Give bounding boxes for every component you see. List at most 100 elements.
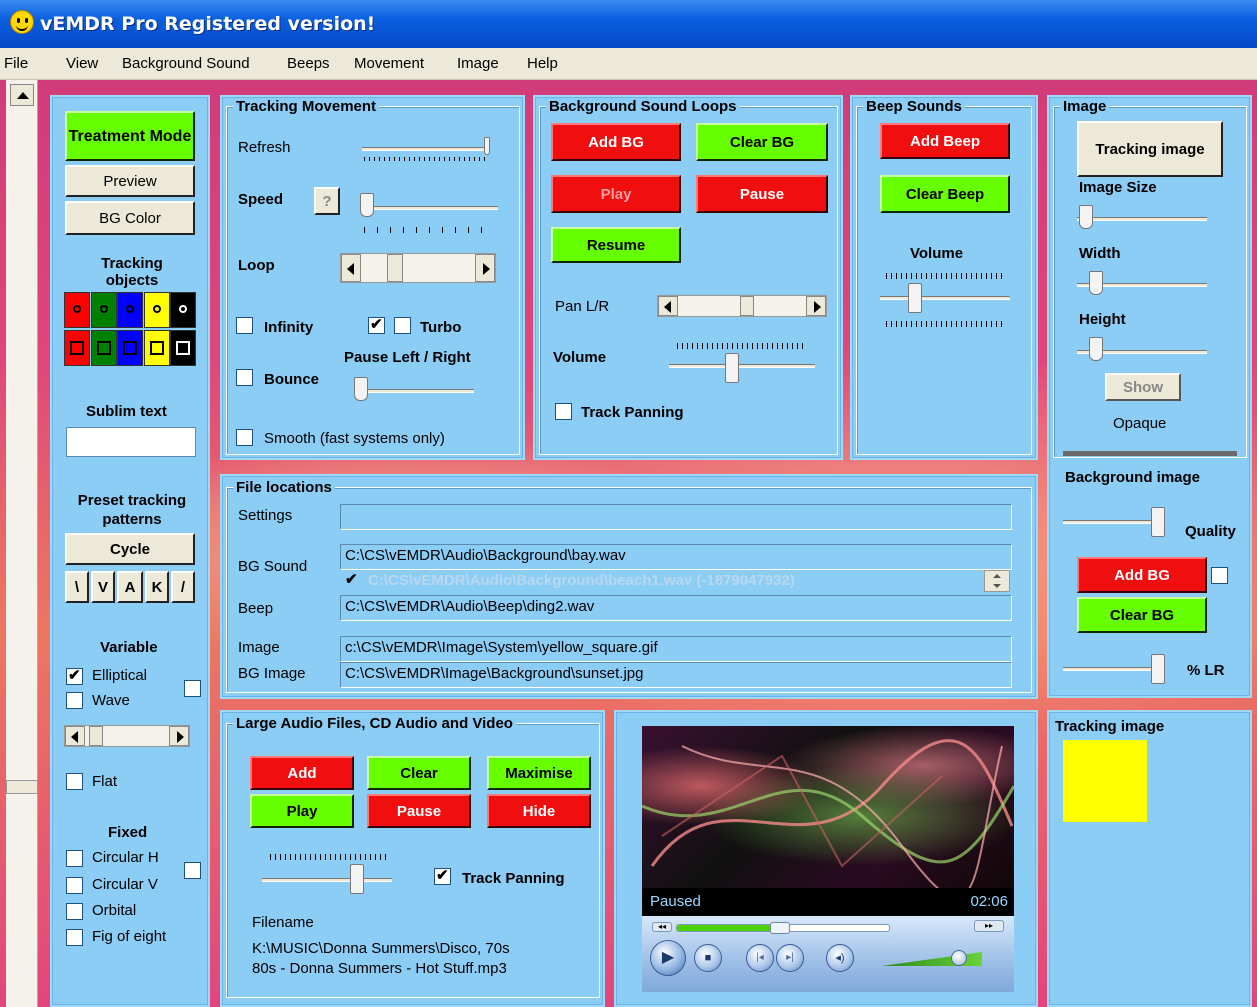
image-path-field[interactable]: c:\CS\vEMDR\Image\System\yellow_square.g… xyxy=(340,636,1012,662)
circle-object-4[interactable] xyxy=(143,292,170,328)
square-object-5[interactable] xyxy=(170,330,196,366)
scroll-up-icon[interactable] xyxy=(10,84,34,106)
next-icon[interactable]: ▸| xyxy=(776,944,804,972)
vertical-scrollbar[interactable] xyxy=(6,80,38,1007)
hide-button[interactable]: Hide xyxy=(487,794,591,828)
orbital-checkbox[interactable] xyxy=(66,903,83,920)
large-volume-knob[interactable] xyxy=(350,864,364,894)
bounce-checkbox[interactable] xyxy=(236,369,253,386)
add-bg-button[interactable]: Add BG xyxy=(551,123,681,161)
speed-slider-knob[interactable] xyxy=(360,193,374,217)
speed-help-button[interactable]: ? xyxy=(314,187,340,215)
forward-small-icon[interactable]: ▸▸ xyxy=(974,920,1004,932)
smooth-checkbox[interactable] xyxy=(236,429,253,446)
pattern-a-button[interactable]: A xyxy=(117,571,143,603)
bg-sound-list-checkbox[interactable] xyxy=(344,570,359,588)
image-size-knob[interactable] xyxy=(1079,205,1093,229)
loop-left-icon[interactable] xyxy=(341,254,361,282)
flat-checkbox[interactable] xyxy=(66,773,83,790)
tracking-objects-grid[interactable] xyxy=(64,292,198,368)
circle-object-5[interactable] xyxy=(170,292,196,328)
mute-icon[interactable]: ◂) xyxy=(826,944,854,972)
seek-knob[interactable] xyxy=(770,922,791,934)
loop-right-icon[interactable] xyxy=(475,254,495,282)
width-knob[interactable] xyxy=(1089,271,1103,295)
player-volume-bar[interactable] xyxy=(882,952,982,966)
pattern-slash-button[interactable]: / xyxy=(171,571,195,603)
menu-beeps[interactable]: Beeps xyxy=(287,55,330,72)
bg-track-panning-checkbox[interactable] xyxy=(555,403,572,420)
scroll-left-icon[interactable] xyxy=(65,726,85,746)
clear-bg-button[interactable]: Clear BG xyxy=(696,123,828,161)
fig-of-eight-checkbox[interactable] xyxy=(66,929,83,946)
bg-color-button[interactable]: BG Color xyxy=(65,201,195,235)
variable-extra-checkbox[interactable] xyxy=(184,680,201,697)
bg-volume-knob[interactable] xyxy=(725,353,739,383)
tracking-image-button[interactable]: Tracking image xyxy=(1077,121,1223,177)
infinity-checkbox[interactable] xyxy=(236,317,253,334)
large-pause-button[interactable]: Pause xyxy=(367,794,471,828)
circle-object-2[interactable] xyxy=(90,292,117,328)
bg-sound-spinner[interactable] xyxy=(984,570,1010,592)
menu-movement[interactable]: Movement xyxy=(354,55,424,72)
loop-scrollbar[interactable] xyxy=(340,253,496,283)
pan-right-icon[interactable] xyxy=(806,296,826,316)
square-object-3[interactable] xyxy=(117,330,143,366)
clear-beep-button[interactable]: Clear Beep xyxy=(880,175,1010,213)
seek-bar[interactable] xyxy=(676,922,890,934)
menu-background-sound[interactable]: Background Sound xyxy=(122,55,250,72)
wave-checkbox[interactable] xyxy=(66,692,83,709)
bg-image-path-field[interactable]: C:\CS\vEMDR\Image\Background\sunset.jpg xyxy=(340,662,1012,688)
refresh-slider-knob[interactable] xyxy=(484,137,490,155)
pause-slider-track[interactable] xyxy=(354,389,474,393)
maximise-button[interactable]: Maximise xyxy=(487,756,591,790)
beep-volume-track[interactable] xyxy=(880,296,1010,300)
square-object-4[interactable] xyxy=(143,330,170,366)
height-knob[interactable] xyxy=(1089,337,1103,361)
add-bg-image-button[interactable]: Add BG xyxy=(1077,557,1207,593)
menu-help[interactable]: Help xyxy=(527,55,558,72)
elliptical-checkbox[interactable] xyxy=(66,666,83,685)
large-play-button[interactable]: Play xyxy=(250,794,354,828)
beep-volume-knob[interactable] xyxy=(908,283,922,313)
scroll-thumb[interactable] xyxy=(6,780,38,794)
loop-scroll-thumb[interactable] xyxy=(387,254,403,282)
circle-object-1[interactable] xyxy=(64,292,90,328)
square-object-2[interactable] xyxy=(90,330,117,366)
variable-scroll-thumb[interactable] xyxy=(89,726,103,746)
pattern-v-button[interactable]: V xyxy=(91,571,115,603)
turbo-checkbox[interactable] xyxy=(394,317,411,334)
large-clear-button[interactable]: Clear xyxy=(367,756,471,790)
treatment-mode-button[interactable]: Treatment Mode xyxy=(65,111,195,161)
show-button[interactable]: Show xyxy=(1105,373,1181,401)
cycle-button[interactable]: Cycle xyxy=(65,533,195,565)
square-object-1[interactable] xyxy=(64,330,90,366)
preview-button[interactable]: Preview xyxy=(65,165,195,197)
previous-icon[interactable]: |◂ xyxy=(746,944,774,972)
lr-track[interactable] xyxy=(1063,667,1159,671)
bg-image-checkbox[interactable] xyxy=(1211,567,1228,584)
sublim-text-input[interactable] xyxy=(66,427,196,457)
player-volume-knob[interactable] xyxy=(951,950,967,966)
variable-scrollbar[interactable] xyxy=(64,725,190,747)
large-track-panning-checkbox[interactable] xyxy=(434,866,451,885)
menu-image[interactable]: Image xyxy=(457,55,499,72)
pause-slider-knob[interactable] xyxy=(354,377,368,401)
bg-volume-track[interactable] xyxy=(669,364,815,368)
stop-icon[interactable]: ■ xyxy=(694,944,722,972)
menu-view[interactable]: View xyxy=(66,55,98,72)
pattern-backslash-button[interactable]: \ xyxy=(65,571,89,603)
pan-scrollbar[interactable] xyxy=(657,295,827,317)
scroll-right-icon[interactable] xyxy=(169,726,189,746)
play-bg-button[interactable]: Play xyxy=(551,175,681,213)
large-add-button[interactable]: Add xyxy=(250,756,354,790)
pan-scroll-thumb[interactable] xyxy=(740,296,754,316)
fixed-extra-checkbox[interactable] xyxy=(184,862,201,879)
refresh-slider-track[interactable] xyxy=(362,147,490,151)
add-beep-button[interactable]: Add Beep xyxy=(880,123,1010,159)
large-volume-track[interactable] xyxy=(262,878,392,882)
circle-object-3[interactable] xyxy=(117,292,143,328)
speed-slider-track[interactable] xyxy=(360,206,498,210)
quality-knob[interactable] xyxy=(1151,507,1165,537)
clear-bg-image-button[interactable]: Clear BG xyxy=(1077,597,1207,633)
